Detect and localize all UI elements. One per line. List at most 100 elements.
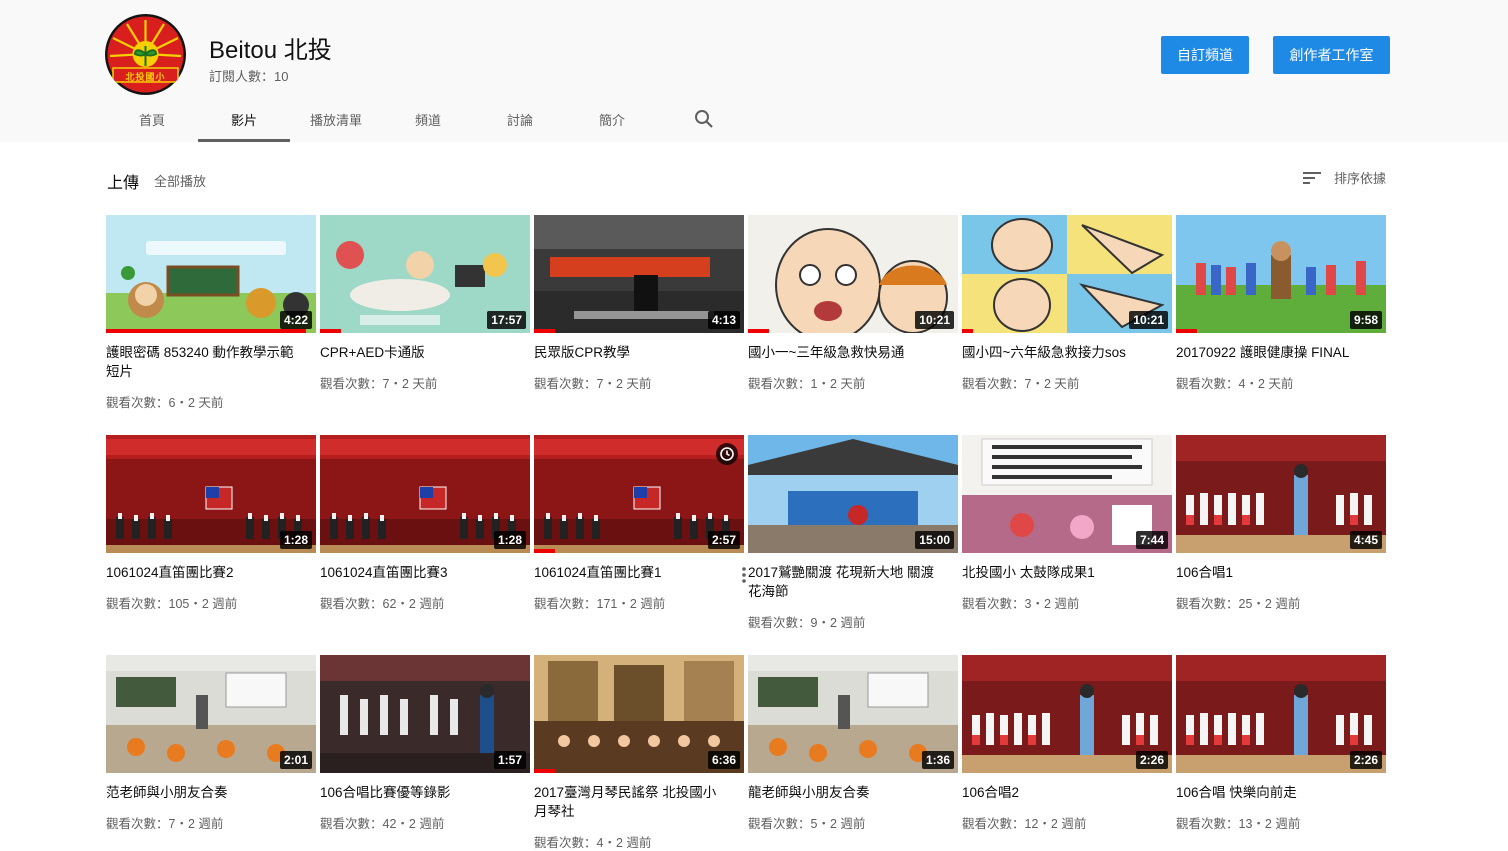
sort-label: 排序依據: [1334, 171, 1387, 186]
video-title[interactable]: 106合唱2: [962, 783, 1152, 802]
video-duration: 17:57: [487, 311, 526, 329]
tab-videos[interactable]: 影片: [198, 96, 290, 142]
video-card[interactable]: 1:28 1061024直笛團比賽2 觀看次數：105・2 週前: [106, 435, 316, 611]
video-thumbnail[interactable]: 17:57: [320, 215, 530, 333]
video-thumbnail[interactable]: 1:36: [748, 655, 958, 773]
video-meta: 觀看次數：25・2 週前: [1176, 597, 1301, 611]
video-thumbnail[interactable]: 4:13: [534, 215, 744, 333]
video-title[interactable]: 106合唱比賽優等錄影: [320, 783, 510, 802]
video-title[interactable]: 國小一~三年級急救快易通: [748, 343, 938, 362]
video-meta: 觀看次數：1・2 天前: [748, 377, 866, 391]
video-title[interactable]: 20170922 護眼健康操 FINAL: [1176, 343, 1366, 362]
video-thumbnail[interactable]: 2:01: [106, 655, 316, 773]
search-icon: [695, 110, 713, 128]
video-thumbnail[interactable]: 10:21: [962, 215, 1172, 333]
video-thumbnail[interactable]: 15:00: [748, 435, 958, 553]
video-meta: 觀看次數：42・2 週前: [320, 817, 445, 831]
video-thumbnail[interactable]: 6:36: [534, 655, 744, 773]
video-meta: 觀看次數：7・2 天前: [320, 377, 438, 391]
sort-icon: [1303, 171, 1321, 184]
subscriber-count: 訂閱人數：10: [209, 69, 289, 84]
video-title[interactable]: 護眼密碼 853240 動作教學示範短片: [106, 343, 296, 381]
video-card[interactable]: 1:28 1061024直笛團比賽3 觀看次數：62・2 週前: [320, 435, 530, 611]
video-title[interactable]: 1061024直笛團比賽3: [320, 563, 510, 582]
video-thumbnail[interactable]: 1:28: [320, 435, 530, 553]
video-duration: 15:00: [915, 531, 954, 549]
video-title[interactable]: 民眾版CPR教學: [534, 343, 724, 362]
video-meta: 觀看次數：105・2 週前: [106, 597, 238, 611]
video-card[interactable]: 1:57 106合唱比賽優等錄影觀看次數：42・2 週前: [320, 655, 530, 831]
channel-search-button[interactable]: [658, 96, 750, 142]
video-title[interactable]: 龍老師與小朋友合奏: [748, 783, 938, 802]
watch-progress-bar: [748, 329, 769, 333]
video-thumbnail[interactable]: 9:58: [1176, 215, 1386, 333]
video-card[interactable]: 6:36 2017臺灣月琴民謠祭 北投國小月琴社 觀看次數：4・2 週前: [534, 655, 744, 850]
video-card[interactable]: 2:57 1061024直笛團比賽1 觀看次數：171・2 週前: [534, 435, 746, 611]
video-meta: 觀看次數：13・2 週前: [1176, 817, 1301, 831]
video-title[interactable]: 106合唱1: [1176, 563, 1366, 582]
video-meta: 觀看次數：62・2 週前: [320, 597, 445, 611]
watch-progress-bar: [1176, 329, 1197, 333]
video-card[interactable]: 9:58 20170922 護眼健康操 FINAL 觀看次數：4・2 天前: [1176, 215, 1386, 391]
video-card[interactable]: 17:57 CPR+AED卡通版觀看次數：7・2 天前: [320, 215, 530, 391]
video-title[interactable]: 北投國小 太鼓隊成果1: [962, 563, 1152, 582]
watch-progress-bar: [534, 329, 555, 333]
video-duration: 10:21: [915, 311, 954, 329]
video-duration: 1:57: [493, 751, 526, 769]
tab-about[interactable]: 簡介: [566, 96, 658, 142]
video-title[interactable]: CPR+AED卡通版: [320, 343, 510, 362]
video-title[interactable]: 1061024直笛團比賽2: [106, 563, 296, 582]
tab-channels[interactable]: 頻道: [382, 96, 474, 142]
video-title[interactable]: 2017鷲艷關渡 花現新大地 關渡花海節: [748, 563, 938, 601]
video-title[interactable]: 國小四~六年級急救接力sos: [962, 343, 1152, 362]
video-card[interactable]: 2:26 106合唱2 觀看次數：12・2 週前: [962, 655, 1172, 831]
video-meta: 觀看次數：12・2 週前: [962, 817, 1087, 831]
video-card[interactable]: 10:21 國小一~三年級急救快易通觀看次數：1・2 天前: [748, 215, 958, 391]
video-card[interactable]: 4:45 106合唱1 觀看次數：25・2 週前: [1176, 435, 1386, 611]
video-duration: 10:21: [1129, 311, 1168, 329]
video-card[interactable]: 15:00 2017鷲艷關渡 花現新大地 關渡花海節觀看次數：9・2 週前: [748, 435, 958, 630]
video-thumbnail[interactable]: 1:57: [320, 655, 530, 773]
video-card[interactable]: 7:44 北投國小 太鼓隊成果1 觀看次數：3・2 週前: [962, 435, 1172, 611]
video-thumbnail[interactable]: 4:45: [1176, 435, 1386, 553]
watch-progress-bar: [962, 329, 973, 333]
video-thumbnail[interactable]: 2:57: [534, 435, 744, 553]
video-thumbnail[interactable]: 2:26: [1176, 655, 1386, 773]
channel-avatar[interactable]: 北投國小: [105, 14, 186, 95]
sort-by-button[interactable]: 排序依據: [1302, 168, 1386, 187]
video-card[interactable]: 1:36 龍老師與小朋友合奏 觀看次數：5・2 週前: [748, 655, 958, 831]
video-card[interactable]: 2:01 范老師與小朋友合奏 觀看次數：7・2 週前: [106, 655, 316, 831]
video-card[interactable]: 2:26 106合唱 快樂向前走觀看次數：13・2 週前: [1176, 655, 1386, 831]
creator-studio-button[interactable]: 創作者工作室: [1273, 36, 1390, 74]
video-thumbnail[interactable]: 4:22: [106, 215, 316, 333]
watch-later-icon[interactable]: [716, 443, 738, 465]
video-title[interactable]: 1061024直笛團比賽1: [534, 563, 724, 582]
video-title[interactable]: 106合唱 快樂向前走: [1176, 783, 1366, 802]
watch-progress-bar: [534, 769, 555, 773]
video-thumbnail[interactable]: 2:26: [962, 655, 1172, 773]
play-all-link[interactable]: 全部播放: [154, 171, 206, 190]
video-thumbnail[interactable]: 7:44: [962, 435, 1172, 553]
channel-tabs: 首頁 影片 播放清單 頻道 討論 簡介: [106, 96, 750, 142]
video-meta: 觀看次數：3・2 週前: [962, 597, 1080, 611]
video-title[interactable]: 范老師與小朋友合奏: [106, 783, 296, 802]
video-card[interactable]: 4:22 護眼密碼 853240 動作教學示範短片觀看次數：6・2 天前: [106, 215, 316, 410]
video-duration: 1:28: [493, 531, 526, 549]
video-meta: 觀看次數：9・2 週前: [748, 616, 866, 630]
tab-discussion[interactable]: 討論: [474, 96, 566, 142]
video-title[interactable]: 2017臺灣月琴民謠祭 北投國小月琴社: [534, 783, 724, 821]
tab-home[interactable]: 首頁: [106, 96, 198, 142]
video-duration: 2:57: [707, 531, 740, 549]
video-thumbnail[interactable]: 10:21: [748, 215, 958, 333]
video-duration: 2:01: [279, 751, 312, 769]
video-thumbnail[interactable]: 1:28: [106, 435, 316, 553]
video-meta: 觀看次數：6・2 天前: [106, 396, 224, 410]
video-card[interactable]: 4:13 民眾版CPR教學觀看次數：7・2 天前: [534, 215, 744, 391]
customize-channel-button[interactable]: 自訂頻道: [1161, 36, 1249, 74]
video-duration: 2:26: [1349, 751, 1382, 769]
channel-header: 北投國小 Beitou 北投 訂閱人數：10 自訂頻道 創作者工作室 首頁 影片…: [0, 0, 1508, 142]
channel-name: Beitou 北投: [209, 37, 332, 64]
tab-playlists[interactable]: 播放清單: [290, 96, 382, 142]
video-card[interactable]: 10:21 國小四~六年級急救接力sos 觀看次數：7・2 天前: [962, 215, 1172, 391]
video-meta: 觀看次數：7・2 天前: [534, 377, 652, 391]
